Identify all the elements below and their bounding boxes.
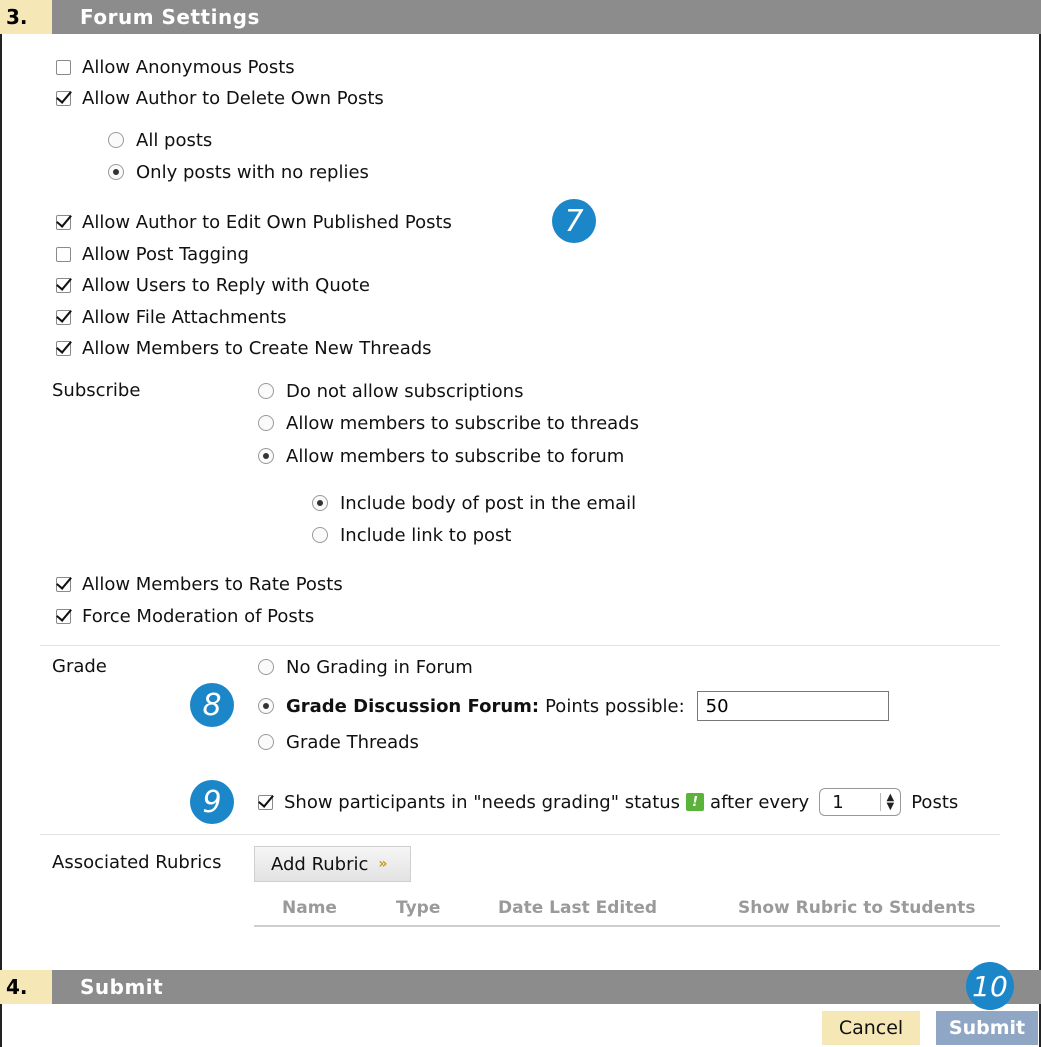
- option-edit-own-posts[interactable]: Allow Author to Edit Own Published Posts: [56, 209, 452, 235]
- up-down-arrows-icon: ▲ ▼: [879, 793, 894, 812]
- radio-grade-threads[interactable]: Grade Threads: [258, 729, 419, 755]
- select-value: 1: [832, 791, 844, 813]
- option-rate-posts[interactable]: Allow Members to Rate Posts: [56, 571, 343, 597]
- radio-label: All posts: [136, 129, 213, 151]
- section-title: Forum Settings: [80, 5, 260, 29]
- radio-label: Only posts with no replies: [136, 161, 369, 183]
- option-needs-grading[interactable]: Show participants in "needs grading" sta…: [258, 787, 958, 817]
- add-rubric-button[interactable]: Add Rubric »: [254, 846, 411, 882]
- radio-button[interactable]: [258, 415, 274, 431]
- cancel-button[interactable]: Cancel: [822, 1011, 920, 1045]
- radio-button[interactable]: [258, 698, 274, 714]
- checkbox-force-moderation[interactable]: [56, 608, 71, 624]
- section-number: 4.: [0, 970, 52, 1004]
- needs-grading-text: Show participants in "needs grading" sta…: [284, 791, 681, 813]
- radio-label: Do not allow subscriptions: [286, 380, 524, 402]
- frame-left-border: [0, 0, 2, 1047]
- posts-count-select[interactable]: 1 ▲ ▼: [819, 788, 902, 816]
- callout-8: 8: [190, 683, 234, 727]
- option-reply-quote[interactable]: Allow Users to Reply with Quote: [56, 272, 370, 298]
- radio-button[interactable]: [312, 495, 328, 511]
- add-rubric-label: Add Rubric: [271, 853, 369, 875]
- after-every-text: after every: [710, 791, 810, 813]
- option-force-moderation[interactable]: Force Moderation of Posts: [56, 603, 314, 629]
- radio-include-body[interactable]: Include body of post in the email: [312, 490, 636, 516]
- radio-no-subscriptions[interactable]: Do not allow subscriptions: [258, 378, 523, 404]
- radio-label: Include link to post: [340, 524, 512, 546]
- column-header-type: Type: [396, 898, 441, 918]
- posts-text: Posts: [911, 791, 959, 813]
- option-label: Allow Anonymous Posts: [82, 56, 295, 78]
- checkbox-edit-own-posts[interactable]: [56, 214, 71, 230]
- radio-label: Grade Threads: [286, 731, 419, 753]
- needs-grading-icon: !: [686, 793, 705, 811]
- option-label: Allow Author to Edit Own Published Posts: [82, 211, 452, 233]
- points-possible-label: Points possible:: [545, 695, 685, 717]
- checkbox-rate-posts[interactable]: [56, 576, 71, 592]
- radio-subscribe-threads[interactable]: Allow members to subscribe to threads: [258, 410, 639, 436]
- option-file-attachments[interactable]: Allow File Attachments: [56, 304, 287, 330]
- points-possible-input[interactable]: [696, 691, 889, 721]
- column-header-date-last-edited: Date Last Edited: [498, 898, 658, 918]
- section-header-forum-settings: 3. Forum Settings: [0, 0, 1041, 34]
- checkbox-new-threads[interactable]: [56, 340, 71, 356]
- radio-button[interactable]: [312, 527, 328, 543]
- section-title: Submit: [80, 975, 164, 999]
- option-label: Allow Users to Reply with Quote: [82, 274, 370, 296]
- option-label: Allow Members to Create New Threads: [82, 337, 432, 359]
- divider: [40, 834, 1000, 835]
- section-header-submit: 4. Submit: [0, 970, 1041, 1004]
- checkbox-anonymous-posts[interactable]: [56, 59, 71, 75]
- radio-button[interactable]: [108, 132, 124, 148]
- divider: [40, 645, 1000, 646]
- radio-subscribe-forum[interactable]: Allow members to subscribe to forum: [258, 443, 624, 469]
- grade-label: Grade: [52, 656, 107, 677]
- option-post-tagging[interactable]: Allow Post Tagging: [56, 241, 249, 267]
- radio-label: Grade Discussion Forum:: [286, 695, 540, 717]
- radio-button[interactable]: [108, 164, 124, 180]
- radio-no-grading[interactable]: No Grading in Forum: [258, 654, 473, 680]
- option-new-threads[interactable]: Allow Members to Create New Threads: [56, 335, 432, 361]
- submit-button[interactable]: Submit: [936, 1011, 1038, 1045]
- radio-button[interactable]: [258, 383, 274, 399]
- radio-button[interactable]: [258, 659, 274, 675]
- column-header-show-rubric: Show Rubric to Students: [738, 898, 976, 918]
- radio-label: No Grading in Forum: [286, 656, 473, 678]
- option-label: Allow Post Tagging: [82, 243, 249, 265]
- section-number: 3.: [0, 0, 52, 34]
- option-delete-own-posts[interactable]: Allow Author to Delete Own Posts: [56, 85, 384, 111]
- subscribe-label: Subscribe: [52, 380, 141, 401]
- radio-all-posts[interactable]: All posts: [108, 127, 212, 153]
- callout-10: 10: [966, 962, 1014, 1010]
- option-label: Allow Author to Delete Own Posts: [82, 87, 384, 109]
- checkbox-delete-own-posts[interactable]: [56, 90, 71, 106]
- rubric-table-divider: [254, 925, 1000, 927]
- option-label: Force Moderation of Posts: [82, 605, 315, 627]
- checkbox-needs-grading[interactable]: [258, 794, 273, 810]
- callout-9: 9: [190, 780, 234, 824]
- radio-button[interactable]: [258, 734, 274, 750]
- associated-rubrics-label: Associated Rubrics: [52, 852, 222, 873]
- radio-label: Include body of post in the email: [340, 492, 637, 514]
- checkbox-post-tagging[interactable]: [56, 246, 71, 262]
- radio-include-link[interactable]: Include link to post: [312, 522, 511, 548]
- radio-label: Allow members to subscribe to forum: [286, 445, 625, 467]
- radio-only-no-replies[interactable]: Only posts with no replies: [108, 159, 369, 185]
- chevron-down-icon: »: [378, 856, 388, 872]
- callout-7: 7: [552, 199, 596, 243]
- radio-button[interactable]: [258, 448, 274, 464]
- column-header-name: Name: [282, 898, 337, 918]
- radio-label: Allow members to subscribe to threads: [286, 412, 639, 434]
- radio-grade-forum[interactable]: Grade Discussion Forum: Points possible:: [258, 689, 889, 723]
- option-label: Allow Members to Rate Posts: [82, 573, 343, 595]
- checkbox-file-attachments[interactable]: [56, 309, 71, 325]
- option-anonymous-posts[interactable]: Allow Anonymous Posts: [56, 54, 295, 80]
- option-label: Allow File Attachments: [82, 306, 287, 328]
- checkbox-reply-quote[interactable]: [56, 277, 71, 293]
